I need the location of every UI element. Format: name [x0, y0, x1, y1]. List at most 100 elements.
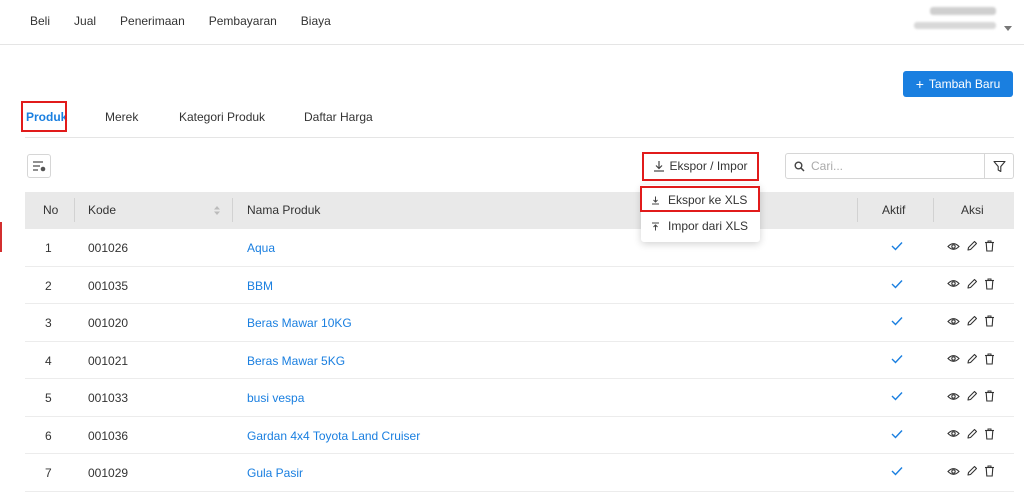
- cell-no: 4: [45, 353, 52, 368]
- sort-icon[interactable]: [213, 205, 221, 216]
- product-tabs: Produk Merek Kategori Produk Daftar Harg…: [25, 100, 1014, 138]
- check-icon: [891, 429, 903, 439]
- check-icon: [891, 392, 903, 401]
- plus-icon: +: [915, 76, 924, 92]
- edit-pencil-icon[interactable]: [966, 278, 978, 290]
- cell-nama-produk-link[interactable]: Gardan 4x4 Toyota Land Cruiser: [247, 429, 420, 443]
- trash-icon[interactable]: [984, 315, 995, 327]
- user-email-redacted: [914, 22, 996, 29]
- table-row[interactable]: 5 001033 busi vespa: [25, 379, 1014, 417]
- cell-no: 3: [45, 316, 52, 330]
- product-table: No Kode Nama Produk Aktif Aksi 1 001026 …: [25, 192, 1014, 492]
- edit-pencil-icon[interactable]: [966, 315, 978, 327]
- cell-kode: 001029: [88, 466, 129, 480]
- export-import-button[interactable]: Ekspor / Impor: [644, 154, 757, 178]
- trash-icon[interactable]: [984, 353, 995, 365]
- eye-icon[interactable]: [947, 241, 960, 252]
- row-actions: [947, 428, 995, 440]
- cell-no: 5: [45, 391, 52, 405]
- table-body: 1 001026 Aqua 2 001035 BBM 3 001020 Bera…: [25, 229, 1014, 492]
- edit-pencil-icon[interactable]: [966, 390, 978, 402]
- cell-nama-produk-link[interactable]: busi vespa: [247, 391, 304, 405]
- trash-icon[interactable]: [984, 390, 995, 402]
- cell-no: 7: [45, 466, 52, 480]
- tab-produk[interactable]: Produk: [26, 110, 67, 124]
- eye-icon[interactable]: [947, 391, 960, 402]
- eye-icon[interactable]: [947, 278, 960, 289]
- edit-pencil-icon[interactable]: [966, 465, 978, 477]
- header-aktif: Aktif: [882, 203, 906, 217]
- add-new-button[interactable]: + Tambah Baru: [903, 71, 1013, 97]
- trash-icon[interactable]: [984, 278, 995, 290]
- cell-kode: 001035: [88, 278, 129, 293]
- header-kode[interactable]: Kode: [88, 203, 116, 217]
- download-icon: [654, 161, 665, 172]
- export-icon: [652, 196, 659, 204]
- menu-item-import-label: Impor dari XLS: [668, 219, 749, 233]
- column-settings-button[interactable]: [27, 154, 51, 178]
- import-icon: [652, 222, 659, 230]
- column-settings-icon: [33, 161, 46, 172]
- table-row[interactable]: 1 001026 Aqua: [25, 229, 1014, 267]
- check-icon: [891, 354, 903, 364]
- table-row[interactable]: 3 001020 Beras Mawar 10KG: [25, 304, 1014, 342]
- trash-icon[interactable]: [984, 428, 995, 440]
- tab-daftar-harga[interactable]: Daftar Harga: [304, 110, 373, 124]
- eye-icon[interactable]: [947, 466, 960, 477]
- table-row[interactable]: 7 001029 Gula Pasir: [25, 454, 1014, 492]
- edit-pencil-icon[interactable]: [966, 240, 978, 252]
- edit-pencil-icon[interactable]: [966, 353, 978, 365]
- row-actions: [947, 240, 995, 252]
- menu-item-import-xls[interactable]: Impor dari XLS: [641, 214, 760, 238]
- cell-no: 2: [45, 278, 52, 293]
- cell-kode: 001021: [88, 353, 129, 368]
- filter-button[interactable]: [985, 153, 1014, 179]
- table-row[interactable]: 2 001035 BBM: [25, 267, 1014, 304]
- user-account[interactable]: [914, 7, 996, 29]
- row-actions: [947, 278, 995, 290]
- table-row[interactable]: 6 001036 Gardan 4x4 Toyota Land Cruiser: [25, 417, 1014, 454]
- header-nama-produk: Nama Produk: [247, 203, 321, 217]
- tab-merek[interactable]: Merek: [105, 110, 138, 124]
- filter-icon: [992, 160, 1006, 172]
- header-divider: [933, 198, 934, 222]
- check-icon: [891, 242, 903, 251]
- search-icon: [794, 161, 805, 172]
- header-divider: [857, 198, 858, 222]
- cell-kode: 001033: [88, 391, 129, 405]
- active-tab-indicator: [26, 130, 62, 132]
- check-icon: [891, 467, 903, 476]
- cell-kode: 001036: [88, 428, 129, 443]
- nav-penerimaan[interactable]: Penerimaan: [120, 14, 185, 28]
- nav-biaya[interactable]: Biaya: [301, 14, 331, 28]
- trash-icon[interactable]: [984, 240, 995, 252]
- row-actions: [947, 465, 995, 477]
- eye-icon[interactable]: [947, 428, 960, 439]
- add-new-label: Tambah Baru: [928, 77, 1001, 91]
- check-icon: [891, 279, 903, 289]
- table-row[interactable]: 4 001021 Beras Mawar 5KG: [25, 342, 1014, 379]
- menu-item-export-xls[interactable]: Ekspor ke XLS: [641, 188, 760, 212]
- nav-jual[interactable]: Jual: [74, 14, 96, 28]
- row-actions: [947, 315, 995, 327]
- eye-icon[interactable]: [947, 353, 960, 364]
- tab-kategori-produk[interactable]: Kategori Produk: [179, 110, 265, 124]
- search-input[interactable]: [811, 159, 971, 173]
- eye-icon[interactable]: [947, 316, 960, 327]
- cell-nama-produk-link[interactable]: Aqua: [247, 241, 275, 255]
- cell-kode: 001020: [88, 316, 129, 330]
- cell-nama-produk-link[interactable]: Beras Mawar 5KG: [247, 354, 345, 368]
- search-field[interactable]: [785, 153, 985, 179]
- header-no: No: [43, 203, 59, 217]
- edit-pencil-icon[interactable]: [966, 428, 978, 440]
- chevron-down-icon[interactable]: [1004, 26, 1012, 31]
- cell-nama-produk-link[interactable]: Beras Mawar 10KG: [247, 316, 352, 330]
- cell-nama-produk-link[interactable]: Gula Pasir: [247, 466, 303, 480]
- user-name-redacted: [930, 7, 996, 15]
- trash-icon[interactable]: [984, 465, 995, 477]
- nav-beli[interactable]: Beli: [30, 14, 50, 28]
- top-navigation: Beli Jual Penerimaan Pembayaran Biaya: [30, 14, 355, 28]
- nav-pembayaran[interactable]: Pembayaran: [209, 14, 277, 28]
- menu-item-export-label: Ekspor ke XLS: [668, 193, 748, 207]
- cell-nama-produk-link[interactable]: BBM: [247, 279, 273, 293]
